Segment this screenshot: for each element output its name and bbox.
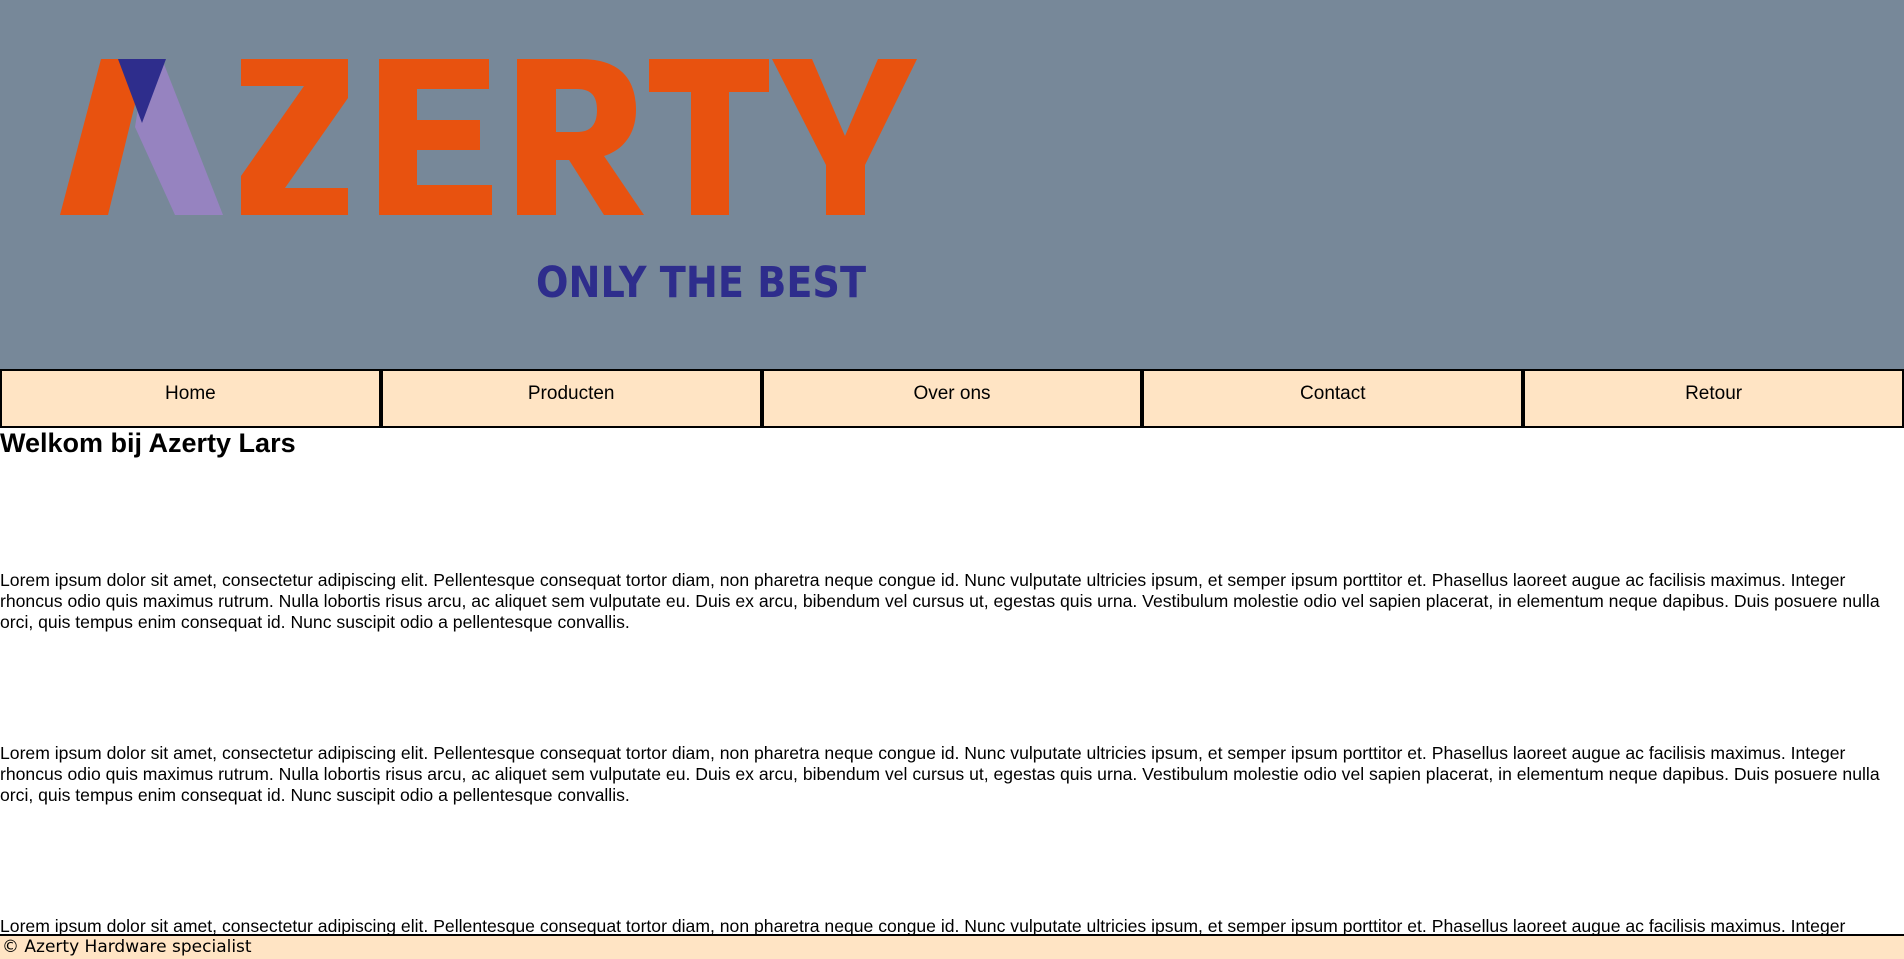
page-title: Welkom bij Azerty Lars bbox=[0, 428, 296, 458]
logo-y bbox=[772, 59, 917, 215]
logo-z bbox=[241, 59, 348, 215]
nav-item-over-ons[interactable]: Over ons bbox=[761, 369, 1143, 428]
main-nav: Home Producten Over ons Contact Retour bbox=[0, 369, 1904, 428]
nav-item-retour[interactable]: Retour bbox=[1523, 369, 1904, 428]
logo-t bbox=[649, 59, 769, 215]
nav-item-contact[interactable]: Contact bbox=[1142, 369, 1524, 428]
page: ONLY THE BEST Home Producten Over ons Co… bbox=[0, 0, 1904, 959]
footer-text: © Azerty Hardware specialist bbox=[2, 937, 252, 957]
logo-r bbox=[517, 59, 644, 215]
azerty-logo: ONLY THE BEST bbox=[60, 59, 917, 308]
site-header: ONLY THE BEST bbox=[0, 0, 1904, 370]
paragraph-2: Lorem ipsum dolor sit amet, consectetur … bbox=[0, 743, 1880, 805]
site-footer: © Azerty Hardware specialist bbox=[0, 934, 1904, 959]
nav-item-producten[interactable]: Producten bbox=[380, 369, 762, 428]
nav-item-home[interactable]: Home bbox=[0, 369, 381, 428]
logo-tagline: ONLY THE BEST bbox=[536, 258, 867, 308]
paragraph-1: Lorem ipsum dolor sit amet, consectetur … bbox=[0, 570, 1880, 632]
logo-e bbox=[379, 59, 492, 215]
paragraph-3: Lorem ipsum dolor sit amet, consectetur … bbox=[0, 916, 1846, 934]
main-content: Welkom bij Azerty Lars Lorem ipsum dolor… bbox=[0, 428, 1904, 934]
